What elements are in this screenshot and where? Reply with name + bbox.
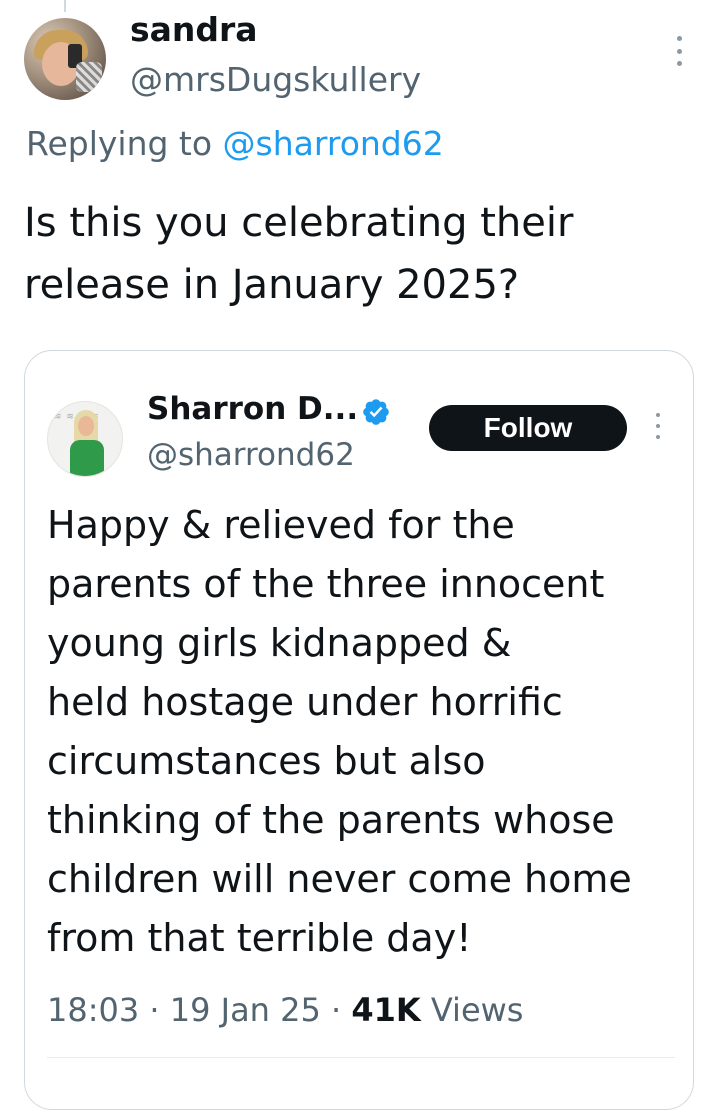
quoted-text-line: circumstances but also xyxy=(47,739,486,783)
quoted-text-line: young girls kidnapped & xyxy=(47,621,512,665)
thread-connector-line xyxy=(64,0,66,12)
quoted-text-line: parents of the three innocent xyxy=(47,562,605,606)
quoted-text-line: children will never come home xyxy=(47,857,632,901)
more-dot xyxy=(676,61,682,66)
meta-separator: · xyxy=(149,991,170,1029)
more-dot xyxy=(656,435,660,439)
replying-to-line: Replying to @sharrond62 xyxy=(26,124,444,163)
quoted-author-name[interactable]: Sharron D... xyxy=(147,391,358,427)
quoted-author-handle[interactable]: @sharrond62 xyxy=(147,437,355,473)
follow-button[interactable]: Follow xyxy=(429,405,627,451)
quoted-tweet-text: Happy & relieved for the parents of the … xyxy=(47,496,677,968)
quoted-tweet-card[interactable]: ≋ ≋ ≋ ≋ Sharron D... @sharrond62 Follow … xyxy=(24,350,694,1110)
more-dot xyxy=(676,48,682,54)
verified-badge-icon xyxy=(363,399,389,425)
reply-author-name[interactable]: sandra xyxy=(130,10,258,49)
quoted-tweet-metadata: 18:03 · 19 Jan 25 · 41K Views xyxy=(47,991,523,1029)
more-dot xyxy=(656,413,660,417)
quoted-more-options-icon[interactable] xyxy=(649,413,667,439)
replying-to-prefix: Replying to xyxy=(26,124,223,163)
views-label: Views xyxy=(430,991,524,1029)
reply-more-options-icon[interactable] xyxy=(668,36,690,66)
tweet-time[interactable]: 18:03 xyxy=(47,991,139,1029)
more-dot xyxy=(676,36,682,41)
more-dot xyxy=(656,424,660,428)
tweet-date[interactable]: 19 Jan 25 xyxy=(170,991,321,1029)
avatar-sparkle xyxy=(76,62,102,92)
quoted-text-line: held hostage under horrific xyxy=(47,680,563,724)
avatar-face xyxy=(78,416,94,436)
avatar-dress xyxy=(70,440,104,476)
quoted-text-line: from that terrible day! xyxy=(47,916,472,960)
quoted-text-line: Happy & relieved for the xyxy=(47,503,515,547)
views-count: 41K xyxy=(351,991,421,1029)
reply-author-avatar[interactable] xyxy=(24,18,106,100)
quoted-author-avatar[interactable]: ≋ ≋ ≋ ≋ xyxy=(47,401,123,477)
quoted-text-line: thinking of the parents whose xyxy=(47,798,615,842)
replying-to-mention-link[interactable]: @sharrond62 xyxy=(223,124,444,163)
reply-tweet-text: Is this you celebrating their release in… xyxy=(24,200,574,308)
quoted-divider xyxy=(47,1057,675,1058)
reply-author-handle[interactable]: @mrsDugskullery xyxy=(130,60,421,99)
meta-separator: · xyxy=(331,991,352,1029)
